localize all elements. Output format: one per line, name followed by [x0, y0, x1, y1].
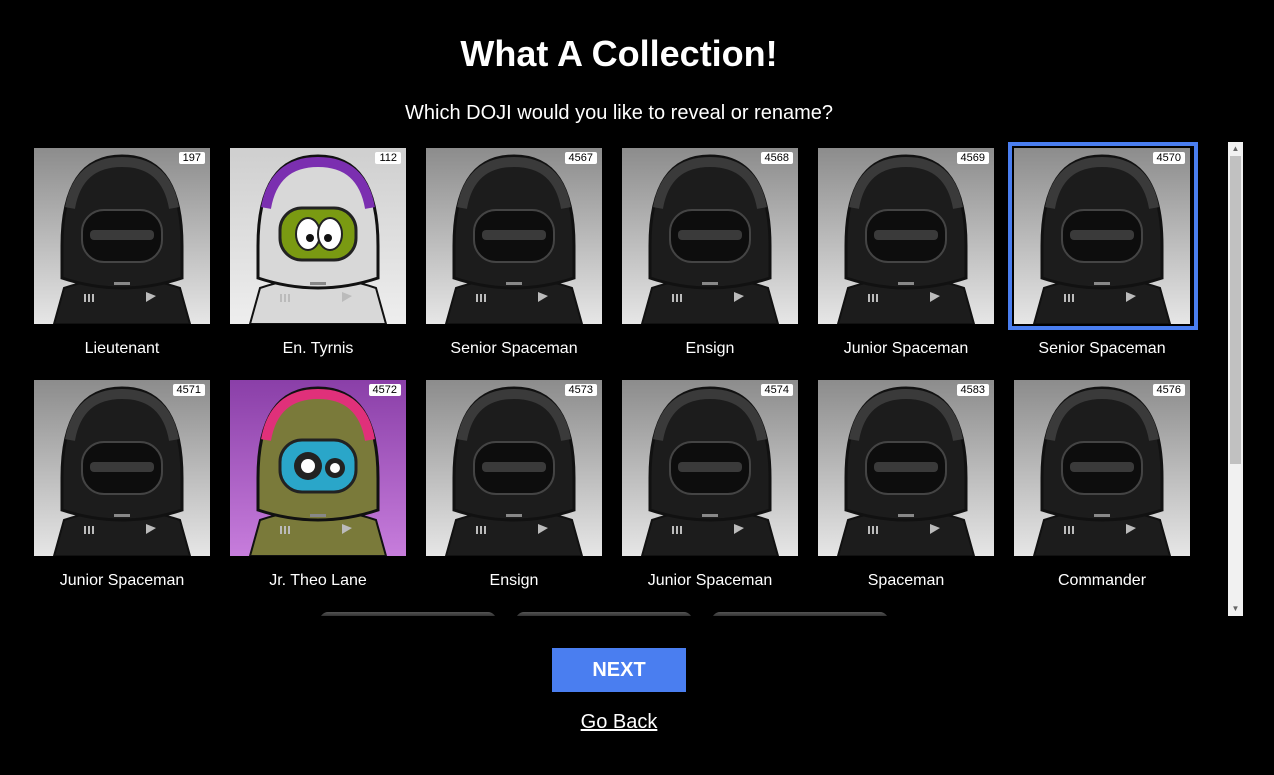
doji-id-badge: 4572: [368, 384, 401, 396]
doji-card[interactable]: 4573 Ensign: [422, 374, 606, 594]
doji-name: Lieutenant: [84, 340, 160, 357]
doji-image[interactable]: [1014, 380, 1190, 556]
doji-card[interactable]: 4571 Junior Spaceman: [30, 374, 214, 594]
doji-image[interactable]: [1014, 148, 1190, 324]
doji-image[interactable]: [818, 380, 994, 556]
doji-image[interactable]: [34, 148, 210, 324]
doji-name: Junior Spaceman: [59, 572, 185, 589]
doji-name: Ensign: [489, 572, 539, 589]
doji-image[interactable]: [230, 380, 406, 556]
grid-scrollbar[interactable]: ▲ ▼: [1228, 142, 1243, 616]
next-row-peek: [516, 612, 692, 616]
doji-id-badge: 4573: [564, 384, 597, 396]
go-back-link[interactable]: Go Back: [0, 711, 1238, 734]
doji-card[interactable]: 4583 Spaceman: [814, 374, 998, 594]
doji-id-badge: 4571: [172, 384, 205, 396]
doji-id-badge: 4569: [956, 152, 989, 164]
next-button[interactable]: NEXT: [552, 648, 686, 692]
doji-name: Spaceman: [867, 572, 945, 589]
doji-id-badge: 197: [178, 152, 205, 164]
doji-card[interactable]: 112 En. Tyrnis: [226, 142, 410, 362]
doji-image[interactable]: [622, 380, 798, 556]
doji-name: En. Tyrnis: [282, 340, 354, 357]
scroll-down-arrow-icon[interactable]: ▼: [1228, 602, 1243, 616]
scrollbar-thumb[interactable]: [1230, 156, 1241, 464]
doji-id-badge: 4568: [760, 152, 793, 164]
page-title: What A Collection!: [460, 33, 778, 74]
doji-card[interactable]: 4572 Jr. Theo Lane: [226, 374, 410, 594]
doji-id-badge: 4567: [564, 152, 597, 164]
doji-name: Ensign: [685, 340, 735, 357]
page-subtitle: Which DOJI would you like to reveal or r…: [405, 102, 833, 124]
next-row-peek: [320, 612, 496, 616]
doji-card[interactable]: 4576 Commander: [1010, 374, 1194, 594]
doji-grid: 197 Lieutenant 112 En. Tyrnis 4567 Senior Spa…: [30, 142, 1230, 616]
doji-image[interactable]: [230, 148, 406, 324]
doji-card[interactable]: 4567 Senior Spaceman: [422, 142, 606, 362]
doji-card[interactable]: 4569 Junior Spaceman: [814, 142, 998, 362]
doji-card[interactable]: 4574 Junior Spaceman: [618, 374, 802, 594]
doji-name: Jr. Theo Lane: [269, 572, 367, 589]
doji-card[interactable]: 4570 Senior Spaceman: [1008, 142, 1198, 362]
doji-card[interactable]: 197 Lieutenant: [30, 142, 214, 362]
doji-image[interactable]: [34, 380, 210, 556]
scroll-up-arrow-icon[interactable]: ▲: [1228, 142, 1243, 156]
doji-name: Junior Spaceman: [647, 572, 773, 589]
doji-id-badge: 4570: [1152, 152, 1185, 164]
doji-image[interactable]: [426, 148, 602, 324]
doji-name: Senior Spaceman: [450, 340, 578, 357]
doji-card[interactable]: 4568 Ensign: [618, 142, 802, 362]
doji-image[interactable]: [622, 148, 798, 324]
doji-image[interactable]: [426, 380, 602, 556]
doji-image[interactable]: [818, 148, 994, 324]
doji-name: Junior Spaceman: [843, 340, 969, 357]
doji-name: Senior Spaceman: [1038, 340, 1166, 357]
doji-id-badge: 4583: [956, 384, 989, 396]
doji-id-badge: 4576: [1152, 384, 1185, 396]
next-row-peek: [712, 612, 888, 616]
doji-id-badge: 112: [375, 152, 401, 164]
doji-name: Commander: [1057, 572, 1147, 589]
doji-id-badge: 4574: [760, 384, 793, 396]
